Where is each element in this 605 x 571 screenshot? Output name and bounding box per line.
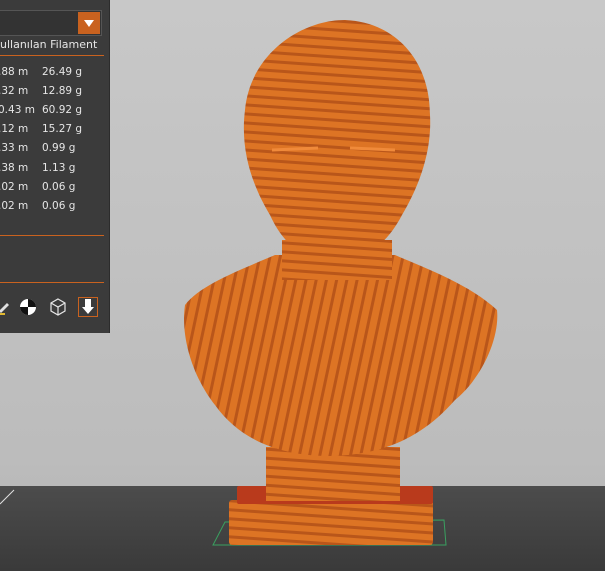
table-row: 0.43 m 60.92 g xyxy=(0,100,100,119)
filament-header: ullanılan Filament xyxy=(0,38,98,51)
length-cell: .38 m xyxy=(0,161,29,174)
weight-cell: 0.06 g xyxy=(42,180,76,193)
model-head xyxy=(243,20,431,262)
weight-cell: 0.06 g xyxy=(42,199,76,212)
weight-cell: 60.92 g xyxy=(42,103,83,116)
filament-usage-panel: ullanılan Filament .88 m 26.49 g .32 m 12.… xyxy=(0,0,110,333)
table-row: .33 m 0.99 g xyxy=(0,139,100,158)
length-cell: .12 m xyxy=(0,123,29,136)
length-cell: .32 m xyxy=(0,84,29,97)
view-mode-dropdown[interactable] xyxy=(0,10,102,36)
weight-cell: 26.49 g xyxy=(42,65,83,78)
table-row: .32 m 12.89 g xyxy=(0,81,100,100)
table-row: .02 m 0.06 g xyxy=(0,177,100,196)
length-cell: .02 m xyxy=(0,199,29,212)
table-row: .38 m 1.13 g xyxy=(0,158,100,177)
color-mode-icon[interactable] xyxy=(18,297,38,317)
model-base xyxy=(229,500,433,545)
table-row: .02 m 0.06 g xyxy=(0,196,100,215)
wireframe-cube-icon[interactable] xyxy=(48,297,68,317)
table-row: .88 m 26.49 g xyxy=(0,62,100,81)
toolbar-divider xyxy=(0,282,104,283)
chevron-down-icon[interactable] xyxy=(78,12,100,34)
weight-cell: 0.99 g xyxy=(42,142,76,155)
length-cell: 0.43 m xyxy=(0,103,35,116)
filament-table: .88 m 26.49 g .32 m 12.89 g 0.43 m 60.92 g … xyxy=(0,62,100,216)
weight-cell: 15.27 g xyxy=(42,123,83,136)
length-cell: .88 m xyxy=(0,65,29,78)
bed-edge-line xyxy=(0,489,15,505)
table-row: .12 m 15.27 g xyxy=(0,120,100,139)
3d-viewport[interactable]: ullanılan Filament .88 m 26.49 g .32 m 12.… xyxy=(0,0,605,571)
section-divider xyxy=(0,235,104,236)
model-torso xyxy=(184,255,498,456)
length-cell: .33 m xyxy=(0,142,29,155)
length-cell: .02 m xyxy=(0,180,29,193)
weight-cell: 12.89 g xyxy=(42,84,83,97)
header-divider xyxy=(0,55,104,56)
weight-cell: 1.13 g xyxy=(42,161,76,174)
paint-icon[interactable] xyxy=(0,297,14,317)
export-download-icon[interactable] xyxy=(78,297,98,317)
